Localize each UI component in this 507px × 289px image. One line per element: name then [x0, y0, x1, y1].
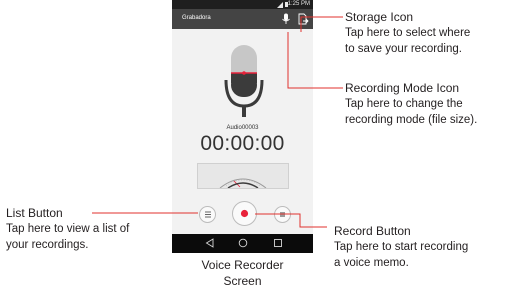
caption-line2: Screen: [223, 274, 262, 288]
recording-mode-callout: Recording Mode Icon Tap here to change t…: [345, 80, 477, 128]
record-button-callout: Record Button Tap here to start recordin…: [334, 223, 468, 271]
record-button-callout-title: Record Button: [334, 224, 411, 238]
caption-line1: Voice Recorder: [201, 258, 284, 272]
list-button-callout-line2: your recordings.: [6, 239, 89, 251]
list-button-callout-title: List Button: [6, 206, 63, 220]
record-button-leader-line: [255, 213, 327, 228]
list-button-callout-line1: Tap here to view a list of: [6, 223, 130, 235]
recording-mode-leader-line: [287, 32, 343, 89]
storage-callout: Storage Icon Tap here to select where to…: [345, 9, 470, 57]
recording-mode-callout-line2: recording mode (file size).: [345, 114, 478, 126]
recording-mode-callout-line1: Tap here to change the: [345, 98, 463, 110]
record-button-callout-line2: a voice memo.: [334, 257, 409, 269]
record-button-callout-line1: Tap here to start recording: [334, 241, 469, 253]
figure-caption: Voice Recorder Screen: [172, 257, 313, 289]
list-button-callout: List Button Tap here to view a list of y…: [6, 205, 129, 253]
storage-leader-line: [300, 16, 343, 32]
recording-mode-callout-title: Recording Mode Icon: [345, 81, 460, 95]
storage-callout-title: Storage Icon: [345, 10, 414, 24]
storage-callout-line1: Tap here to select where: [345, 27, 471, 39]
storage-callout-line2: to save your recording.: [345, 43, 462, 55]
